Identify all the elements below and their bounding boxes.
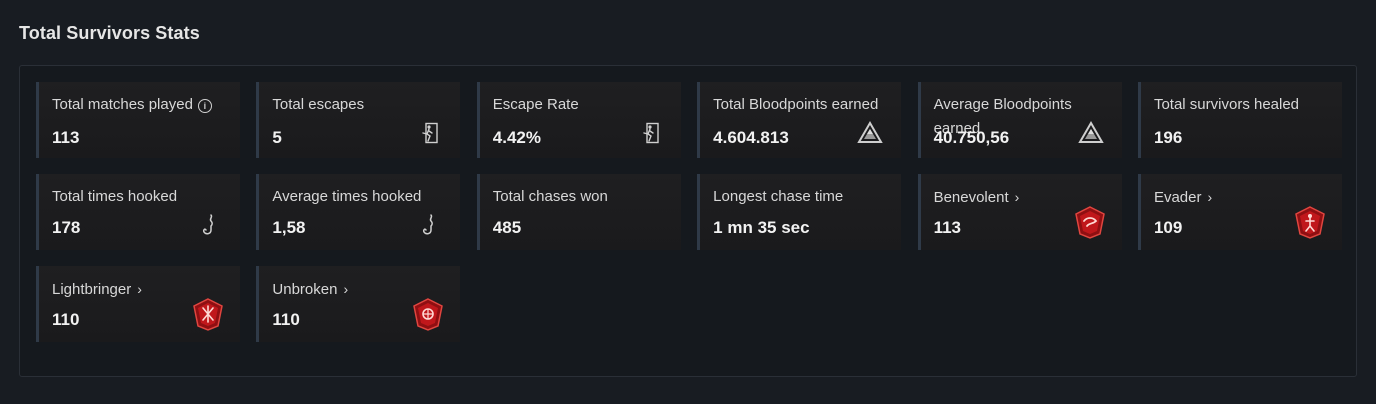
chevron-right-icon[interactable]: › [137, 277, 142, 301]
hook-icon [416, 212, 442, 238]
card-value: 113 [933, 218, 961, 237]
stat-card-total-bloodpoints-earned: Total Bloodpoints earned 4.604.813 [697, 82, 902, 158]
evader-badge-icon [1292, 204, 1328, 240]
benevolent-badge-icon [1072, 204, 1108, 240]
card-value: 178 [52, 218, 81, 237]
card-label: Unbroken [272, 281, 338, 298]
card-value: 1,58 [272, 218, 306, 237]
card-label: Benevolent [933, 189, 1009, 206]
exit-door-icon [637, 120, 663, 146]
card-label: Longest chase time [713, 188, 844, 205]
stat-card-escape-rate: Escape Rate 4.42% [476, 82, 681, 158]
stat-card-total-times-hooked: Total times hooked 178 [36, 174, 240, 250]
info-icon[interactable]: i [197, 99, 212, 113]
card-value: 110 [52, 310, 80, 329]
stat-card-total-survivors-healed: Total survivors healed 196 [1137, 82, 1342, 158]
card-label: Escape Rate [492, 96, 579, 113]
stat-card-total-matches-played: Total matches played i 113 [36, 82, 240, 158]
bloodpoints-icon [1077, 120, 1104, 146]
card-label: Total escapes [272, 96, 365, 113]
card-label: Average times hooked [272, 188, 422, 205]
card-label: Lightbringer [52, 281, 132, 298]
chevron-right-icon[interactable]: › [343, 277, 348, 301]
card-label: Total matches played [52, 96, 193, 113]
stat-card-longest-chase-time: Longest chase time 1 mn 35 sec [697, 174, 902, 250]
card-value: 110 [272, 310, 300, 329]
stat-card-average-times-hooked: Average times hooked 1,58 [256, 174, 461, 250]
card-label: Total times hooked [52, 188, 178, 205]
card-value: 5 [272, 128, 282, 147]
card-value: 196 [1153, 128, 1183, 147]
stat-card-total-chases-won: Total chases won 485 [476, 174, 681, 250]
card-value: 113 [52, 128, 80, 147]
stat-card-evader[interactable]: Evader › 109 [1137, 174, 1342, 250]
card-value: 485 [492, 218, 522, 237]
stat-card-unbroken[interactable]: Unbroken › 110 [256, 266, 461, 342]
chevron-right-icon[interactable]: › [1015, 185, 1020, 209]
section-title: Total Survivors Stats [19, 23, 200, 43]
stat-card-average-bloodpoints-earned: Average Bloodpoints earned 40.750,56 [917, 82, 1122, 158]
card-value: 4.604.813 [713, 128, 789, 147]
card-value: 1 mn 35 sec [713, 218, 810, 237]
card-label: Total survivors healed [1153, 96, 1300, 113]
card-value: 109 [1153, 218, 1183, 237]
bloodpoints-icon [857, 120, 883, 146]
hook-icon [196, 212, 222, 238]
stat-card-total-escapes: Total escapes 5 [256, 82, 461, 158]
stat-card-benevolent[interactable]: Benevolent › 113 [917, 174, 1122, 250]
card-value: 4.42% [492, 128, 541, 147]
stats-panel: Total matches played i 113 Total escapes … [19, 65, 1357, 377]
exit-door-icon [416, 120, 442, 146]
card-label: Total Bloodpoints earned [713, 96, 879, 113]
chevron-right-icon[interactable]: › [1207, 185, 1212, 209]
stats-grid: Total matches played i 113 Total escapes … [36, 82, 1342, 342]
card-label: Total chases won [492, 188, 608, 205]
stat-card-lightbringer[interactable]: Lightbringer › 110 [36, 266, 240, 342]
card-label: Evader [1153, 189, 1202, 206]
unbroken-badge-icon [410, 296, 446, 332]
card-value: 40.750,56 [933, 128, 1010, 147]
lightbringer-badge-icon [190, 296, 226, 332]
